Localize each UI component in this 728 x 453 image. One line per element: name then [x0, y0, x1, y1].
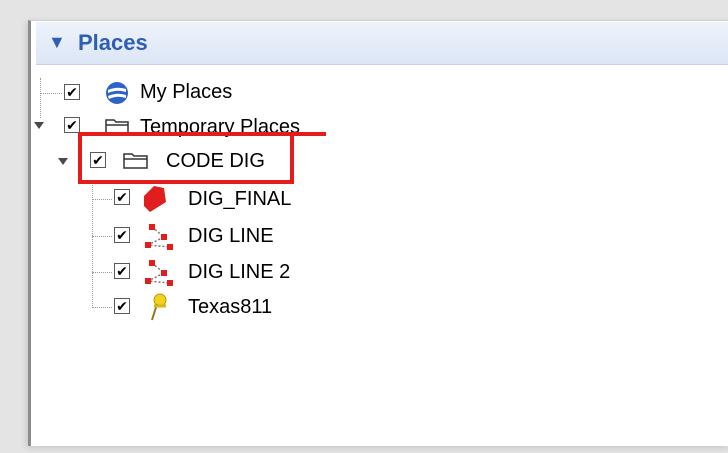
tree-item-texas811[interactable]: ✔ Texas811: [0, 292, 320, 322]
temporary-places-checkbox[interactable]: ✔: [64, 117, 80, 133]
expand-arrow-icon[interactable]: [58, 158, 68, 165]
dig-line-2-label: DIG LINE 2: [188, 261, 291, 283]
dig-line-label: DIG LINE: [188, 225, 274, 247]
polygon-icon: [144, 186, 166, 212]
texas811-label: Texas811: [188, 296, 273, 318]
dig-final-checkbox[interactable]: ✔: [114, 189, 130, 205]
places-header[interactable]: ▼ Places: [36, 22, 728, 65]
texas811-checkbox[interactable]: ✔: [114, 298, 130, 314]
my-places-label: My Places: [140, 81, 233, 103]
pushpin-icon: [151, 293, 167, 321]
places-title: Places: [78, 30, 148, 55]
highlight-top-edge: [140, 132, 326, 136]
expand-arrow-icon[interactable]: [34, 122, 44, 129]
earth-icon: [106, 82, 128, 104]
dig-line-checkbox[interactable]: ✔: [114, 227, 130, 243]
tree-item-my-places[interactable]: ✔ My Places: [0, 78, 300, 108]
dig-final-label: DIG_FINAL: [188, 188, 292, 210]
tree-item-dig-final[interactable]: ✔ DIG_FINAL: [0, 184, 320, 214]
path-icon: [145, 260, 173, 286]
dig-line-2-checkbox[interactable]: ✔: [114, 263, 130, 279]
path-icon: [145, 224, 173, 250]
collapse-triangle-icon[interactable]: ▼: [48, 32, 66, 53]
tree-item-dig-line-2[interactable]: ✔ DIG LINE 2: [0, 257, 320, 287]
highlight-box: [78, 132, 294, 184]
tree-item-dig-line[interactable]: ✔ DIG LINE: [0, 221, 320, 251]
my-places-checkbox[interactable]: ✔: [64, 84, 80, 100]
